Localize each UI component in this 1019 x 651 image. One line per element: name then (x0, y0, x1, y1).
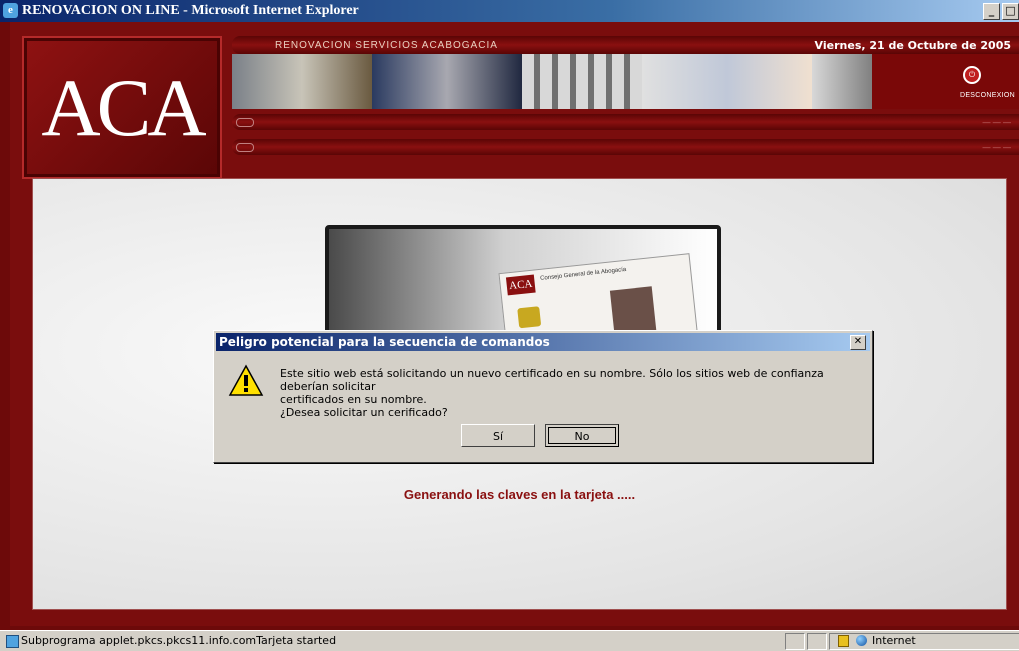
header-top-bar: RENOVACION SERVICIOS ACABOGACIA Viernes,… (232, 36, 1019, 54)
banner-photo-columns (522, 54, 642, 109)
lock-icon (838, 635, 849, 647)
progress-message: Generando las claves en la tarjeta ..... (403, 487, 636, 502)
site-header: RENOVACION SERVICIOS ACABOGACIA Viernes,… (232, 36, 1019, 176)
maximize-button[interactable]: □ (1002, 3, 1019, 20)
card-image: ACA Consejo General de la Abogacía (325, 225, 721, 351)
card-chip-icon (517, 306, 542, 329)
no-button[interactable]: No (545, 424, 619, 447)
dialog-message: Este sitio web está solicitando un nuevo… (280, 367, 860, 419)
dash-decoration: — — — (982, 143, 1011, 152)
card-logo: ACA (505, 274, 536, 296)
header-bar-2: — — — (232, 114, 1019, 130)
globe-icon (856, 635, 867, 646)
status-bar: Subprograma applet.pkcs.pkcs11.info.comT… (0, 630, 1019, 651)
dialog-title: Peligro potencial para la secuencia de c… (219, 335, 550, 349)
dialog-message-line: Este sitio web está solicitando un nuevo… (280, 367, 824, 393)
dialog-close-button[interactable]: ✕ (850, 335, 866, 350)
status-pane (807, 633, 827, 650)
header-banner: ⏻ DESCONEXION (232, 54, 1019, 109)
banner-photo-card (642, 54, 812, 109)
status-text: Subprograma applet.pkcs.pkcs11.info.comT… (21, 634, 337, 647)
window-title: RENOVACION ON LINE - Microsoft Internet … (22, 3, 359, 18)
header-bar-3: — — — (232, 139, 1019, 155)
banner-photo-screen (812, 54, 872, 109)
disconnect-label: DESCONEXION (959, 92, 1015, 99)
dialog-title-bar[interactable]: Peligro potencial para la secuencia de c… (216, 333, 870, 351)
card-issuer: Consejo General de la Abogacía (539, 266, 627, 282)
disconnect-button[interactable]: ⏻ DESCONEXION (872, 54, 1019, 109)
header-label: RENOVACION SERVICIOS ACABOGACIA (275, 40, 498, 51)
power-icon: ⏻ (963, 66, 981, 84)
dash-decoration: — — — (982, 118, 1011, 127)
status-pane (785, 633, 805, 650)
pill-decoration (236, 143, 254, 152)
page-icon (6, 635, 19, 648)
page-frame: ACA RENOVACION SERVICIOS ACABOGACIA Vier… (10, 22, 1019, 626)
banner-photo-person (372, 54, 522, 109)
dialog-question: ¿Desea solicitar un cerificado? (280, 406, 448, 419)
warning-icon (228, 364, 264, 396)
internet-explorer-icon: e (3, 3, 18, 18)
window-title-bar[interactable]: e RENOVACION ON LINE - Microsoft Interne… (0, 0, 1019, 22)
dialog-message-line: certificados en su nombre. (280, 393, 427, 406)
header-date: Viernes, 21 de Octubre de 2005 (814, 39, 1011, 52)
pill-decoration (236, 118, 254, 127)
banner-photo-keys (232, 54, 372, 109)
security-zone-pane: Internet (829, 633, 1019, 650)
yes-button[interactable]: Sí (461, 424, 535, 447)
zone-label: Internet (872, 634, 916, 647)
minimize-button[interactable]: _ (983, 3, 1000, 20)
security-dialog: Peligro potencial para la secuencia de c… (213, 330, 873, 463)
aca-logo: ACA (22, 36, 222, 179)
